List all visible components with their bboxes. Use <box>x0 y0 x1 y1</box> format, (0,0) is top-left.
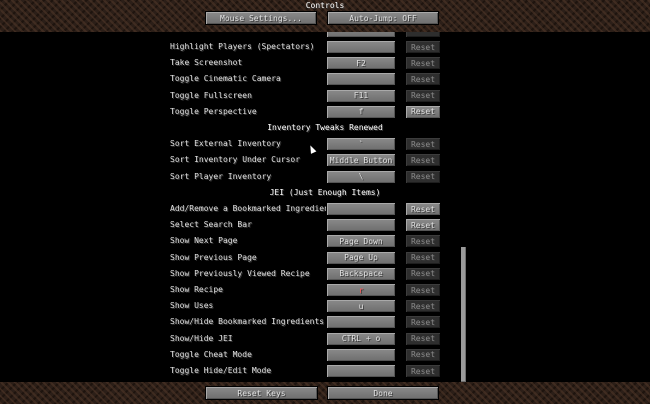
keybind-list[interactable]: Highlight Players (Spectators) Reset Take … <box>0 32 650 382</box>
keybind-label: Take Screenshot <box>170 58 243 68</box>
keybind-button[interactable]: Page Up <box>326 250 396 265</box>
keybind-button[interactable] <box>326 364 396 378</box>
reset-button[interactable]: Reset <box>405 283 441 297</box>
mouse-settings-button[interactable]: Mouse Settings... <box>205 11 317 25</box>
reset-button[interactable]: Reset <box>405 72 441 87</box>
reset-button[interactable]: Reset <box>405 56 441 71</box>
keybind-label: Sort External Inventory <box>170 139 281 149</box>
keybind-label: Show/Hide Bookmarked Ingredients <box>170 317 325 327</box>
keybind-button-partial[interactable] <box>326 32 396 38</box>
keybind-button[interactable]: F2 <box>326 56 396 71</box>
keybind-label: Sort Inventory Under Cursor <box>170 155 301 165</box>
keybind-label: Add/Remove a Bookmarked Ingredient <box>170 204 334 213</box>
keybind-button[interactable]: f <box>326 104 396 119</box>
reset-button[interactable]: Reset <box>405 153 441 168</box>
reset-button-partial[interactable] <box>405 32 441 38</box>
keybind-button[interactable]: Backspace <box>326 266 396 281</box>
keybind-button[interactable] <box>326 202 396 216</box>
keybind-button[interactable]: Middle Button <box>326 153 396 168</box>
auto-jump-button[interactable]: Auto-Jump: OFF <box>327 11 439 25</box>
scrollbar-thumb[interactable] <box>461 247 466 382</box>
keybind-button[interactable]: Page Down <box>326 234 396 249</box>
reset-button[interactable]: Reset <box>405 169 441 184</box>
keybind-label: Show Previous Page <box>170 252 257 262</box>
keybind-button[interactable] <box>326 347 396 362</box>
keybind-button[interactable]: u <box>326 299 396 314</box>
keybind-button[interactable]: r <box>326 283 396 297</box>
keybind-label: Toggle Perspective <box>170 106 257 116</box>
done-button[interactable]: Done <box>327 386 439 400</box>
reset-button[interactable]: Reset <box>405 364 441 378</box>
reset-button[interactable]: Reset <box>405 250 441 265</box>
keybind-label: Sort Player Inventory <box>170 171 272 181</box>
footer-background <box>0 382 650 404</box>
reset-button[interactable]: Reset <box>405 202 441 216</box>
reset-button[interactable]: Reset <box>405 40 441 54</box>
keybind-button[interactable] <box>326 218 396 233</box>
keybind-label: Show Uses <box>170 301 214 311</box>
keybind-button[interactable]: F11 <box>326 88 396 103</box>
reset-button[interactable]: Reset <box>405 347 441 362</box>
keybind-label: Toggle Hide/Edit Mode <box>170 366 272 375</box>
keybind-label: Show Previously Viewed Recipe <box>170 268 310 278</box>
reset-button[interactable]: Reset <box>405 266 441 281</box>
page-title: Controls <box>305 1 345 10</box>
reset-button[interactable]: Reset <box>405 218 441 233</box>
keybind-label: Toggle Cheat Mode <box>170 349 252 359</box>
category-header: JEI (Just Enough Items) <box>269 187 381 197</box>
keybind-button[interactable]: ` <box>326 137 396 152</box>
keybind-label: Show Recipe <box>170 285 223 294</box>
keybind-label: Toggle Cinematic Camera <box>170 74 281 84</box>
reset-button[interactable]: Reset <box>405 88 441 103</box>
reset-keys-button[interactable]: Reset Keys <box>205 386 318 400</box>
category-header: Inventory Tweaks Renewed <box>267 123 383 132</box>
keybind-label: Toggle Fullscreen <box>170 90 252 100</box>
keybind-label: Show Next Page <box>170 236 238 246</box>
reset-button[interactable]: Reset <box>405 315 441 330</box>
keybind-label: Show/Hide JEI <box>170 333 233 343</box>
keybind-button[interactable]: CTRL + o <box>326 331 396 346</box>
keybind-button[interactable]: \ <box>326 169 396 184</box>
keybind-button[interactable] <box>326 315 396 330</box>
keybind-button[interactable] <box>326 40 396 54</box>
keybind-button[interactable] <box>326 72 396 87</box>
reset-button[interactable]: Reset <box>405 234 441 249</box>
reset-button[interactable]: Reset <box>405 104 441 119</box>
keybind-label: Highlight Players (Spectators) <box>170 42 315 51</box>
reset-button[interactable]: Reset <box>405 299 441 314</box>
reset-button[interactable]: Reset <box>405 137 441 152</box>
reset-button[interactable]: Reset <box>405 331 441 346</box>
keybind-label: Select Search Bar <box>170 220 252 230</box>
